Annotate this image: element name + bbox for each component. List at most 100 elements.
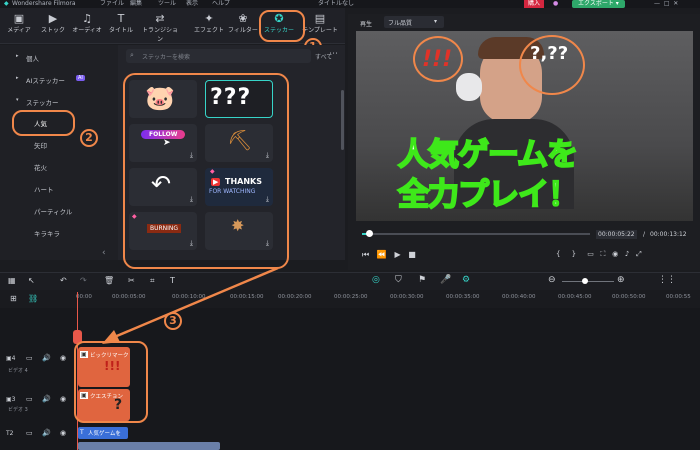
overlay-title-line2[interactable]: 全力プレイ！ bbox=[397, 169, 580, 214]
ruler-tick: 00:00:30:00 bbox=[390, 294, 424, 300]
ai-badge: AI bbox=[76, 75, 85, 81]
chevron-right-icon: ▸ bbox=[16, 53, 19, 59]
render-icon[interactable]: ◎ bbox=[372, 275, 380, 285]
clip-title[interactable]: T 人気ゲームを bbox=[78, 427, 128, 439]
filter-icon: ❀ bbox=[238, 12, 248, 25]
media-icon: ▣ bbox=[13, 12, 25, 25]
prev-frame-icon[interactable]: ⏮ bbox=[362, 250, 369, 259]
stock-icon: ▶ bbox=[48, 12, 58, 25]
tab-stock[interactable]: ▶ ストック bbox=[36, 12, 70, 42]
ai-icon[interactable]: ⚙ bbox=[462, 275, 470, 285]
ruler-tick: 00:00:35:00 bbox=[446, 294, 480, 300]
export-button[interactable]: エクスポート ▾ bbox=[572, 0, 625, 8]
zoom-slider-knob[interactable] bbox=[582, 278, 588, 284]
annotation-highlight-sticker-grid bbox=[123, 73, 289, 269]
menu-help[interactable]: ヘルプ bbox=[212, 0, 230, 8]
total-time: 00:00:13:12 bbox=[650, 231, 687, 238]
volume-icon[interactable]: 🔊 bbox=[42, 395, 51, 403]
zoom-out-icon[interactable]: ⊖ bbox=[548, 275, 556, 285]
avatar[interactable]: ● bbox=[553, 0, 558, 8]
snapshot-icon[interactable]: ◉ bbox=[612, 250, 618, 258]
volume-icon[interactable]: 🔊 bbox=[42, 354, 51, 362]
annotation-highlight-question bbox=[519, 35, 585, 95]
ruler-tick: 00:00:25:00 bbox=[334, 294, 368, 300]
video-track-icon: ▣3 bbox=[6, 396, 16, 403]
rewind-icon[interactable]: ⏪ bbox=[377, 250, 387, 259]
app-logo-icon: ◆ bbox=[4, 0, 9, 7]
layout-icon[interactable]: ▦ bbox=[8, 276, 16, 285]
tab-title[interactable]: T タイトル bbox=[104, 12, 138, 42]
search-input[interactable]: ⌕ ステッカーを検索 bbox=[126, 49, 311, 63]
time-separator: / bbox=[643, 231, 646, 238]
annotation-highlight-sticker-tab bbox=[259, 10, 305, 42]
mark-out-icon[interactable]: } bbox=[572, 250, 576, 258]
zoom-in-icon[interactable]: ⊕ bbox=[617, 275, 625, 285]
link-icon[interactable]: ⛓ bbox=[28, 294, 38, 303]
ruler-tick: 00:00:50:00 bbox=[612, 294, 646, 300]
stop-icon[interactable]: ■ bbox=[408, 250, 416, 259]
mic-icon[interactable]: 🎤 bbox=[440, 275, 451, 285]
track-header-4: ▣4 ▭ 🔊 ◉ ビデオ 4 bbox=[0, 345, 76, 389]
playback-progress-track[interactable] bbox=[362, 233, 590, 235]
tab-effect[interactable]: ✦ エフェクト bbox=[192, 12, 226, 42]
template-icon: ▤ bbox=[314, 12, 326, 25]
tab-transition[interactable]: ⇄ トランジション bbox=[140, 12, 180, 43]
eye-icon[interactable]: ◉ bbox=[60, 429, 66, 437]
fullscreen-icon[interactable]: ⛶ bbox=[601, 250, 606, 258]
grid-icon[interactable]: ⋮⋮ bbox=[658, 275, 676, 285]
buy-button[interactable]: 購入 bbox=[524, 0, 545, 8]
folder-icon[interactable]: ▭ bbox=[26, 395, 33, 403]
annotation-highlight-exclaim bbox=[413, 36, 463, 82]
track-label: ビデオ 3 bbox=[8, 407, 28, 413]
menu-tools[interactable]: ツール bbox=[158, 0, 176, 8]
text-track-icon: T2 bbox=[6, 430, 14, 437]
sidebar-collapse-button[interactable]: ‹ bbox=[102, 248, 106, 258]
panel-scrollbar[interactable] bbox=[341, 90, 344, 150]
folder-icon[interactable]: ▭ bbox=[26, 354, 33, 362]
project-title: タイトルなし bbox=[318, 0, 355, 7]
track-label: ビデオ 4 bbox=[8, 368, 28, 374]
clip-video-main[interactable] bbox=[78, 442, 220, 450]
annotation-step-2: 2 bbox=[80, 129, 98, 147]
title-bar: ◆ Wondershare Filmora ファイル 編集 ツール 表示 ヘルプ… bbox=[0, 0, 700, 8]
audio-icon[interactable]: ♪ bbox=[625, 250, 629, 258]
menu-edit[interactable]: 編集 bbox=[130, 0, 142, 8]
play-icon[interactable]: ▶ bbox=[394, 250, 400, 259]
menu-file[interactable]: ファイル bbox=[100, 0, 124, 8]
mark-in-icon[interactable]: { bbox=[556, 250, 560, 258]
eye-icon[interactable]: ◉ bbox=[60, 395, 66, 403]
folder-icon[interactable]: ▭ bbox=[26, 429, 33, 437]
window-controls[interactable]: — □ ✕ bbox=[654, 0, 678, 8]
current-time: 00:00:05:22 bbox=[596, 230, 637, 239]
quality-dropdown[interactable]: フル品質 ▾ bbox=[384, 16, 444, 28]
zoom-slider[interactable] bbox=[562, 281, 614, 282]
sticker-category-sidebar: ▸ 個人 ▸ AIステッカー AI ▾ ステッカー 人気 矢印 花火 ハート パーティク… bbox=[0, 45, 118, 260]
monitor-icon[interactable]: ▭ bbox=[587, 250, 594, 258]
tab-media[interactable]: ▣ メディア bbox=[2, 12, 36, 42]
tab-filter[interactable]: ❀ フィルター bbox=[226, 12, 260, 42]
menu-view[interactable]: 表示 bbox=[186, 0, 198, 8]
eye-icon[interactable]: ◉ bbox=[60, 354, 66, 362]
marker-icon[interactable]: ⚑ bbox=[418, 275, 426, 285]
add-track-icon[interactable]: ⊞ bbox=[10, 294, 17, 303]
tab-audio[interactable]: ♫ オーディオ bbox=[70, 12, 104, 42]
tab-template[interactable]: ▤ テンプレート bbox=[300, 12, 340, 42]
title-icon: T bbox=[117, 12, 125, 25]
preview-tools: { } ▭ ⛶ ◉ ♪ ⤢ bbox=[556, 250, 642, 259]
select-icon[interactable]: ↖ bbox=[28, 276, 35, 285]
shield-icon[interactable]: ⛉ bbox=[395, 275, 402, 285]
overlay-title-line1[interactable]: 人気ゲームを bbox=[397, 129, 579, 174]
playback-controls: ⏮ ⏪ ▶ ■ bbox=[362, 250, 416, 260]
playback-scrubber[interactable] bbox=[365, 230, 373, 237]
preview-tab[interactable]: 再生 bbox=[360, 19, 372, 28]
annotation-highlight-popular bbox=[12, 110, 75, 136]
undo-icon[interactable]: ↶ bbox=[60, 276, 67, 285]
chevron-down-icon: ▾ bbox=[434, 18, 438, 25]
more-icon[interactable]: ⋯ bbox=[329, 49, 338, 59]
title-clip-icon: T bbox=[80, 429, 84, 436]
chevron-down-icon: ▾ bbox=[16, 97, 19, 103]
video-track-icon: ▣4 bbox=[6, 355, 16, 362]
volume-icon[interactable]: 🔊 bbox=[42, 429, 51, 437]
redo-icon[interactable]: ↷ bbox=[80, 276, 87, 285]
expand-icon[interactable]: ⤢ bbox=[636, 250, 642, 258]
